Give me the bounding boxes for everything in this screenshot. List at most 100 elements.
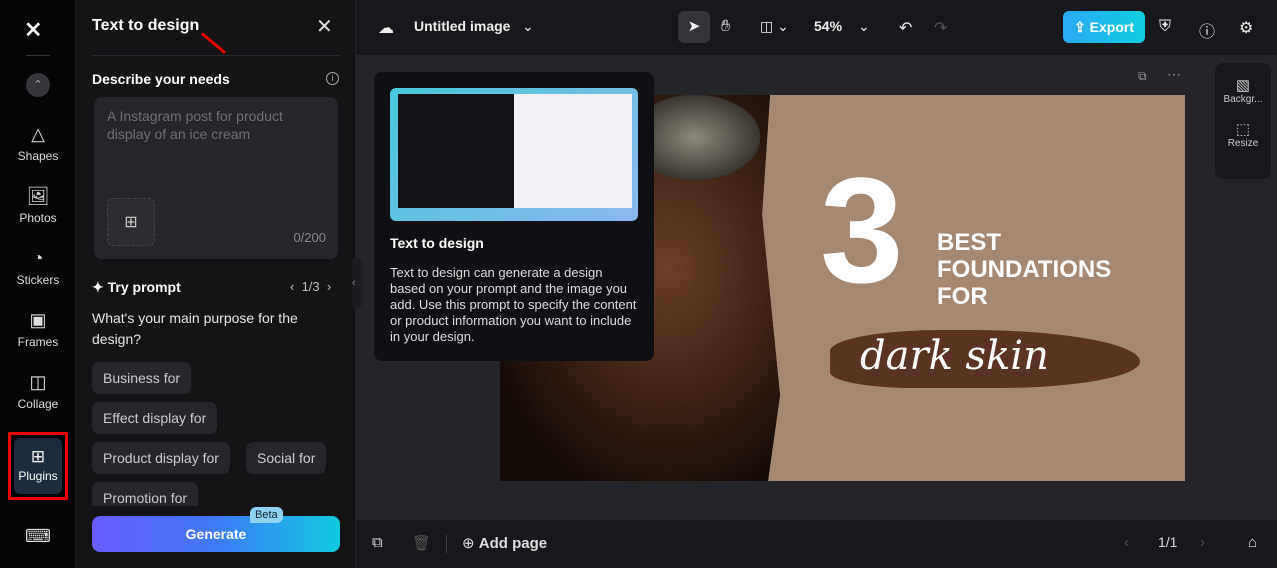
keyboard-icon: ⌨ — [25, 526, 51, 546]
right-panel: ▧ Backgr... ⬚ Resize — [1215, 63, 1271, 179]
prompt-input[interactable]: A Instagram post for product display of … — [94, 97, 338, 259]
trash-icon[interactable]: 🗑︎ — [412, 534, 431, 552]
divider — [26, 55, 50, 56]
background-icon: ▧ — [1235, 77, 1251, 94]
collapse-button[interactable]: ⌃ — [26, 73, 50, 97]
label: Collage — [17, 397, 59, 411]
add-image-button[interactable]: ⊞ — [107, 198, 155, 246]
pager-text: 1/3 — [301, 279, 320, 294]
document-title[interactable]: Untitled image — [414, 18, 510, 34]
prompt-placeholder: A Instagram post for product display of … — [107, 108, 283, 142]
panel-title: Text to design — [92, 17, 200, 34]
rail-item-shapes[interactable]: △ Shapes — [0, 124, 76, 163]
tooltip: Text to design Text to design can genera… — [374, 72, 654, 361]
label: Shapes — [17, 149, 59, 163]
prev-page-icon[interactable]: ‹ — [1124, 534, 1129, 551]
collage-icon: ◫ — [29, 372, 47, 392]
chevron-down-icon[interactable]: ⌄ — [522, 18, 534, 35]
tooltip-preview-image — [390, 88, 638, 221]
zoom-chevron-icon[interactable]: ⌄ — [858, 18, 870, 35]
prompt-question: What's your main purpose for the design? — [92, 310, 298, 347]
describe-label: Describe your needs — [92, 71, 230, 87]
page-indicator: 1/1 — [1158, 534, 1178, 550]
duplicate-icon[interactable]: ⧉ — [1138, 69, 1147, 84]
add-page-button[interactable]: ⊕ Add page — [462, 534, 547, 552]
label: Frames — [17, 335, 59, 349]
add-page-label: Add page — [478, 535, 548, 552]
resize-icon: ⬚ — [1235, 121, 1251, 138]
upload-icon: ⇪ — [1074, 19, 1090, 35]
rail-item-photos[interactable]: 🖼︎ Photos — [0, 186, 76, 225]
cloud-icon[interactable]: ☁︎ — [378, 18, 394, 38]
more-icon[interactable]: ⋯ — [1167, 66, 1181, 83]
generate-button[interactable]: Generate — [92, 516, 340, 552]
capcut-logo: ⨯ — [24, 16, 43, 41]
help-icon[interactable]: ⓘ — [1199, 18, 1215, 42]
chip-effect-display[interactable]: Effect display for — [92, 402, 218, 434]
settings-icon[interactable]: ⚙ — [1239, 18, 1253, 38]
frame-icon: ▣ — [29, 310, 47, 330]
prompt-pager: ‹ 1/3 › — [290, 279, 331, 294]
canvas-script-text: dark skin — [860, 333, 1049, 379]
panel-collapse-handle[interactable]: ‹ — [352, 258, 362, 308]
image-add-icon: ⊞ — [124, 214, 138, 231]
layout-icon[interactable]: ◫ ⌄ — [760, 18, 789, 35]
info-icon[interactable]: i — [326, 72, 339, 85]
top-toolbar: ☁︎ Untitled image ⌄ ➤ ✋︎ ◫ ⌄ 54% ⌄ ↶ ↷ ⇪… — [356, 0, 1277, 55]
chip-social[interactable]: Social for — [246, 442, 327, 474]
beta-badge: Beta — [250, 507, 283, 523]
zoom-level[interactable]: 54% — [814, 18, 842, 34]
redo-icon[interactable]: ↷ — [934, 18, 947, 38]
duplicate-page-icon[interactable]: ⧉ — [372, 534, 383, 551]
photo-icon: 🖼︎ — [26, 186, 50, 206]
chip-product-display[interactable]: Product display for — [92, 442, 230, 474]
next-page-icon[interactable]: › — [1200, 534, 1205, 551]
headline-text: BEST FOUNDATIONS FOR — [937, 229, 1112, 310]
add-page-icon: ⊕ — [462, 535, 479, 552]
tooltip-body: Text to design can generate a design bas… — [390, 265, 637, 344]
export-label: Export — [1089, 19, 1134, 35]
label: Stickers — [16, 273, 60, 287]
try-prompt-text: Try prompt — [107, 279, 181, 295]
canvas-number: 3 — [820, 146, 904, 314]
rail-item-stickers[interactable]: ◔ Stickers — [0, 248, 76, 287]
select-tool[interactable]: ➤ — [678, 11, 710, 43]
text-to-design-panel: Text to design ✕ Describe your needs i A… — [76, 0, 356, 568]
resize-button[interactable]: ⬚ Resize — [1215, 120, 1271, 149]
keyboard-shortcuts-button[interactable]: ⌨ — [0, 526, 76, 551]
export-button[interactable]: ⇪ Export — [1063, 11, 1145, 43]
divider — [446, 535, 447, 553]
plugins-icon: ⊞ — [30, 447, 46, 466]
chip-promotion[interactable]: Promotion for — [92, 482, 199, 506]
pointer-icon: ➤ — [687, 18, 701, 35]
tooltip-title: Text to design — [390, 235, 484, 251]
rail-item-collage[interactable]: ◫ Collage — [0, 372, 76, 411]
sticker-icon: ◔ — [32, 248, 44, 268]
label: Photos — [19, 211, 57, 225]
divider — [92, 55, 340, 56]
sparkle-icon: ✦ — [92, 279, 108, 295]
annotation-arrow — [201, 32, 226, 54]
next-icon[interactable]: › — [320, 279, 331, 294]
background-button[interactable]: ▧ Backgr... — [1215, 76, 1271, 105]
rail-item-frames[interactable]: ▣ Frames — [0, 310, 76, 349]
background-label: Backgr... — [1223, 94, 1263, 105]
label: Plugins — [18, 469, 58, 483]
left-rail: ⨯ ⌃ △ Shapes 🖼︎ Photos ◔ Stickers ▣ Frames ◫… — [0, 0, 76, 568]
hand-icon[interactable]: ✋︎ — [721, 18, 730, 36]
preview-panel — [398, 94, 514, 208]
preview-canvas — [514, 94, 632, 208]
rail-item-plugins[interactable]: ⊞ Plugins — [8, 432, 68, 500]
close-icon[interactable]: ✕ — [316, 14, 333, 39]
resize-label: Resize — [1227, 138, 1259, 149]
shapes-icon: △ — [31, 124, 45, 144]
char-counter: 0/200 — [293, 230, 326, 245]
prev-icon[interactable]: ‹ — [290, 279, 302, 294]
layers-icon[interactable]: ⌂ — [1248, 534, 1257, 551]
canvas-headline: BEST FOUNDATIONS FOR — [937, 229, 1137, 310]
undo-icon[interactable]: ↶ — [899, 18, 912, 38]
chip-business[interactable]: Business for — [92, 362, 192, 394]
shield-icon[interactable]: ⛨ — [1159, 18, 1171, 36]
try-prompt-label: ✦ Try prompt — [92, 279, 181, 296]
bottom-bar: ⧉ 🗑︎ ⊕ Add page ‹ 1/1 › ⌂ — [356, 520, 1277, 568]
